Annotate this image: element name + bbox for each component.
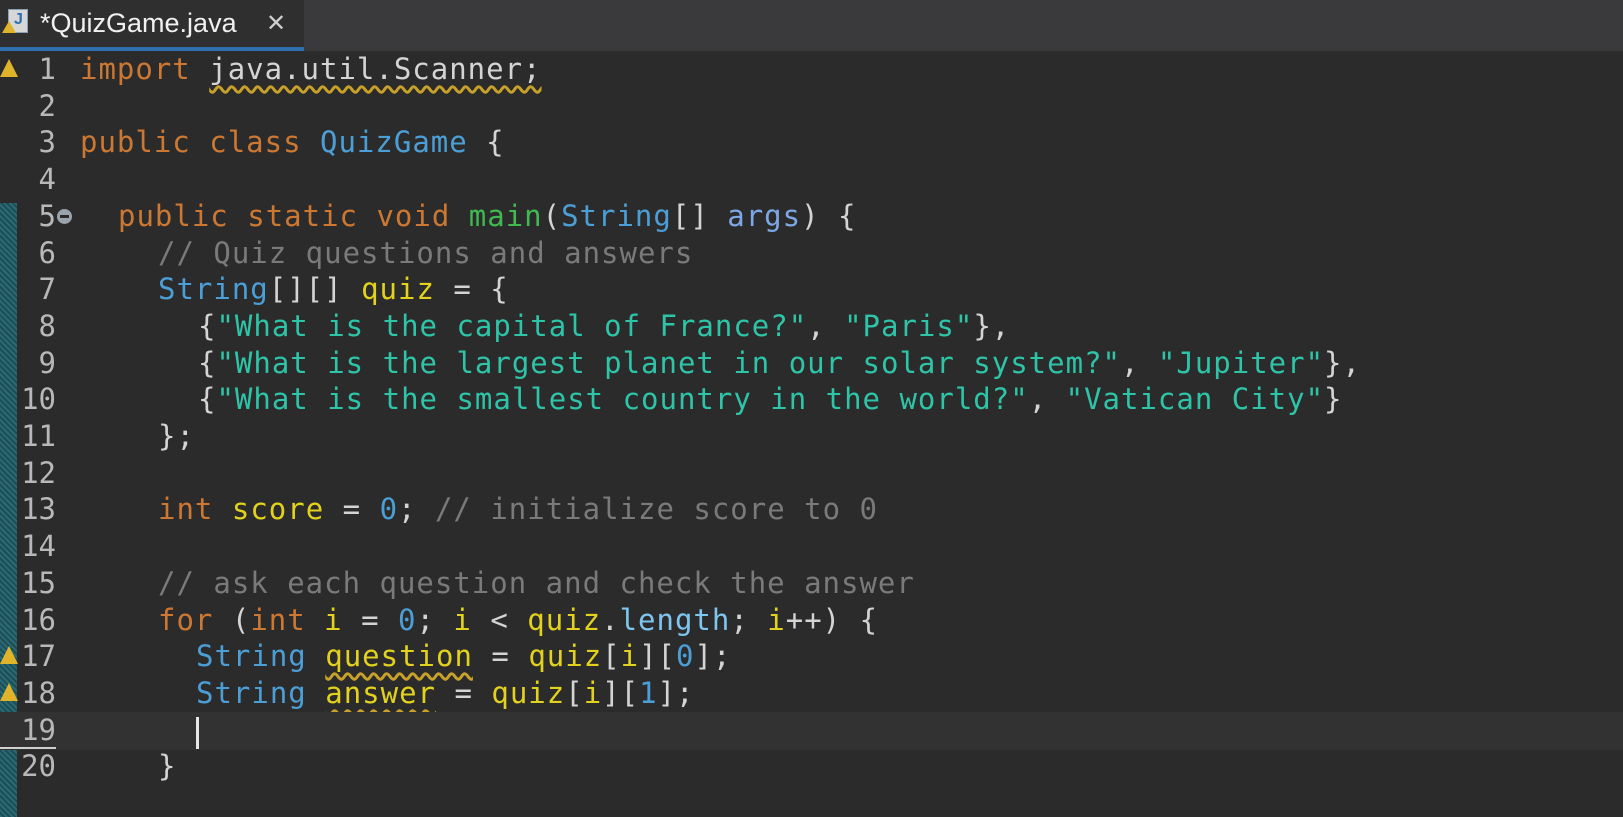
code-text: import java.util.Scanner; [80,52,542,86]
text-cursor [196,716,199,749]
warning-icon[interactable] [0,646,18,665]
code-line[interactable]: 8 {"What is the capital of France?", "Par… [0,308,1623,346]
code-text: {"What is the capital of France?", "Pari… [198,308,1011,343]
code-editor[interactable]: 1 import java.util.Scanner; 2 3 public class… [0,51,1623,817]
code-line[interactable]: 12 [0,455,1623,493]
code-line[interactable]: 19 [0,711,1623,750]
line-number: 19 [0,713,56,749]
code-text: public static void main(String[] args) { [118,198,857,233]
code-text: String question = quiz[i][0]; [196,639,732,674]
line-number: 9 [38,345,56,380]
code-text: String answer = quiz[i][1]; [196,675,695,710]
code-line[interactable]: 20} [0,748,1623,786]
code-line[interactable]: 10 {"What is the smallest country in the … [0,381,1623,419]
code-line[interactable]: 18 String answer = quiz[i][1]; [0,675,1623,713]
code-text: public class QuizGame { [80,125,505,160]
code-text: String[][] quiz = { [158,272,509,307]
tab-quizgame[interactable]: J *QuizGame.java ✕ [0,0,304,51]
code-line[interactable]: 2 [0,88,1623,126]
line-number: 20 [21,749,56,784]
code-text: // Quiz questions and answers [158,235,694,270]
java-file-warning-icon: J [2,9,28,33]
code-line[interactable]: 13 int score = 0; // initialize score to … [0,491,1623,529]
code-text: for (int i = 0; i < quiz.length; i++) { [158,602,879,637]
line-number: 6 [38,235,56,270]
code-text: // ask each question and check the answe… [158,565,915,600]
line-number: 13 [21,492,56,527]
line-number: 8 [38,308,56,343]
line-number: 5 [38,198,56,233]
code-line[interactable]: 1 import java.util.Scanner; [0,51,1623,89]
collapse-fold-icon[interactable] [57,208,72,224]
editor-tab-bar: J *QuizGame.java ✕ [0,0,1623,51]
code-text: } [158,749,177,784]
code-line[interactable]: 5 public static void main(String[] args) … [0,198,1623,236]
code-line[interactable]: 6 // Quiz questions and answers [0,235,1623,273]
code-line[interactable]: 4 [0,161,1623,199]
line-number: 2 [38,88,56,123]
warning-icon[interactable] [0,682,18,701]
line-number: 7 [38,272,56,307]
code-line[interactable]: 7 String[][] quiz = { [0,271,1623,309]
line-number: 12 [21,455,56,490]
line-number: 4 [38,162,56,197]
tab-title: *QuizGame.java [40,8,237,38]
line-number: 11 [21,419,56,453]
close-icon[interactable]: ✕ [266,9,286,38]
code-line[interactable]: 14 [0,528,1623,566]
line-number: 15 [21,565,56,600]
code-line[interactable]: 17 String question = quiz[i][0]; [0,638,1623,676]
code-text: }; [158,419,195,453]
code-line[interactable]: 16 for (int i = 0; i < quiz.length; i++) … [0,602,1623,640]
warning-icon[interactable] [0,59,18,77]
line-number: 16 [21,602,56,637]
code-line[interactable]: 15 // ask each question and check the ans… [0,565,1623,603]
code-text: {"What is the largest planet in our sola… [198,345,1361,380]
code-text: {"What is the smallest country in the wo… [198,382,1343,417]
code-line[interactable]: 9 {"What is the largest planet in our sol… [0,345,1623,383]
code-text: int score = 0; // initialize score to 0 [158,492,878,527]
line-number: 3 [38,125,56,160]
code-line[interactable]: 11}; [0,418,1623,456]
line-number: 14 [21,529,56,564]
code-line[interactable]: 3 public class QuizGame { [0,124,1623,162]
line-number: 10 [21,382,56,417]
